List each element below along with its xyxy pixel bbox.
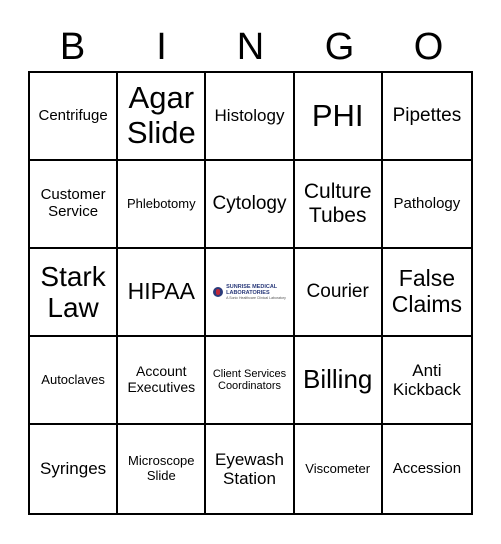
header-letter-o: O xyxy=(413,26,444,68)
bingo-cell[interactable]: Client Services Coordinators xyxy=(206,337,295,425)
free-space-cell[interactable]: SUNRISE MEDICAL LABORATORIES A Sonic Hea… xyxy=(206,249,295,337)
bingo-grid: Centrifuge Agar Slide Histology PHI Pipe… xyxy=(28,71,473,515)
header-letter-n: N xyxy=(236,26,265,68)
bingo-cell[interactable]: Viscometer xyxy=(295,425,383,513)
bingo-cell[interactable]: Customer Service xyxy=(30,161,119,249)
bingo-cell[interactable]: Eyewash Station xyxy=(206,425,295,513)
bingo-cell[interactable]: Anti Kickback xyxy=(382,337,471,425)
bingo-cell[interactable]: Account Executives xyxy=(118,337,207,425)
bingo-header: B I N G O xyxy=(28,24,473,70)
bingo-cell[interactable]: Pathology xyxy=(382,161,471,249)
bingo-cell[interactable]: Centrifuge xyxy=(30,73,119,161)
bingo-cell[interactable]: Cytology xyxy=(206,161,295,249)
header-letter-b: B xyxy=(59,26,86,68)
bingo-cell[interactable]: Stark Law xyxy=(30,249,119,337)
bingo-cell[interactable]: Histology xyxy=(206,73,295,161)
bingo-cell[interactable]: Autoclaves xyxy=(30,337,119,425)
bingo-cell[interactable]: False Claims xyxy=(382,249,471,337)
bingo-cell[interactable]: PHI xyxy=(294,73,383,161)
bingo-cell[interactable]: Pipettes xyxy=(382,73,471,161)
bingo-cell[interactable]: Syringes xyxy=(30,425,119,513)
bingo-cell[interactable]: Agar Slide xyxy=(118,73,207,161)
bingo-cell[interactable]: Courier xyxy=(294,249,383,337)
bingo-cell[interactable]: Accession xyxy=(383,425,471,513)
sunrise-medical-logo: SUNRISE MEDICAL LABORATORIES A Sonic Hea… xyxy=(213,284,286,300)
header-letter-g: G xyxy=(324,26,355,68)
bingo-cell[interactable]: HIPAA xyxy=(118,249,207,337)
bingo-cell[interactable]: Phlebotomy xyxy=(118,161,207,249)
bingo-cell[interactable]: Culture Tubes xyxy=(294,161,383,249)
bingo-cell[interactable]: Billing xyxy=(294,337,383,425)
logo-tagline: A Sonic Healthcare Clinical Laboratory xyxy=(226,296,286,300)
sunrise-medical-logo-icon xyxy=(213,287,224,297)
bingo-cell[interactable]: Microscope Slide xyxy=(118,425,207,513)
header-letter-i: I xyxy=(156,26,167,68)
